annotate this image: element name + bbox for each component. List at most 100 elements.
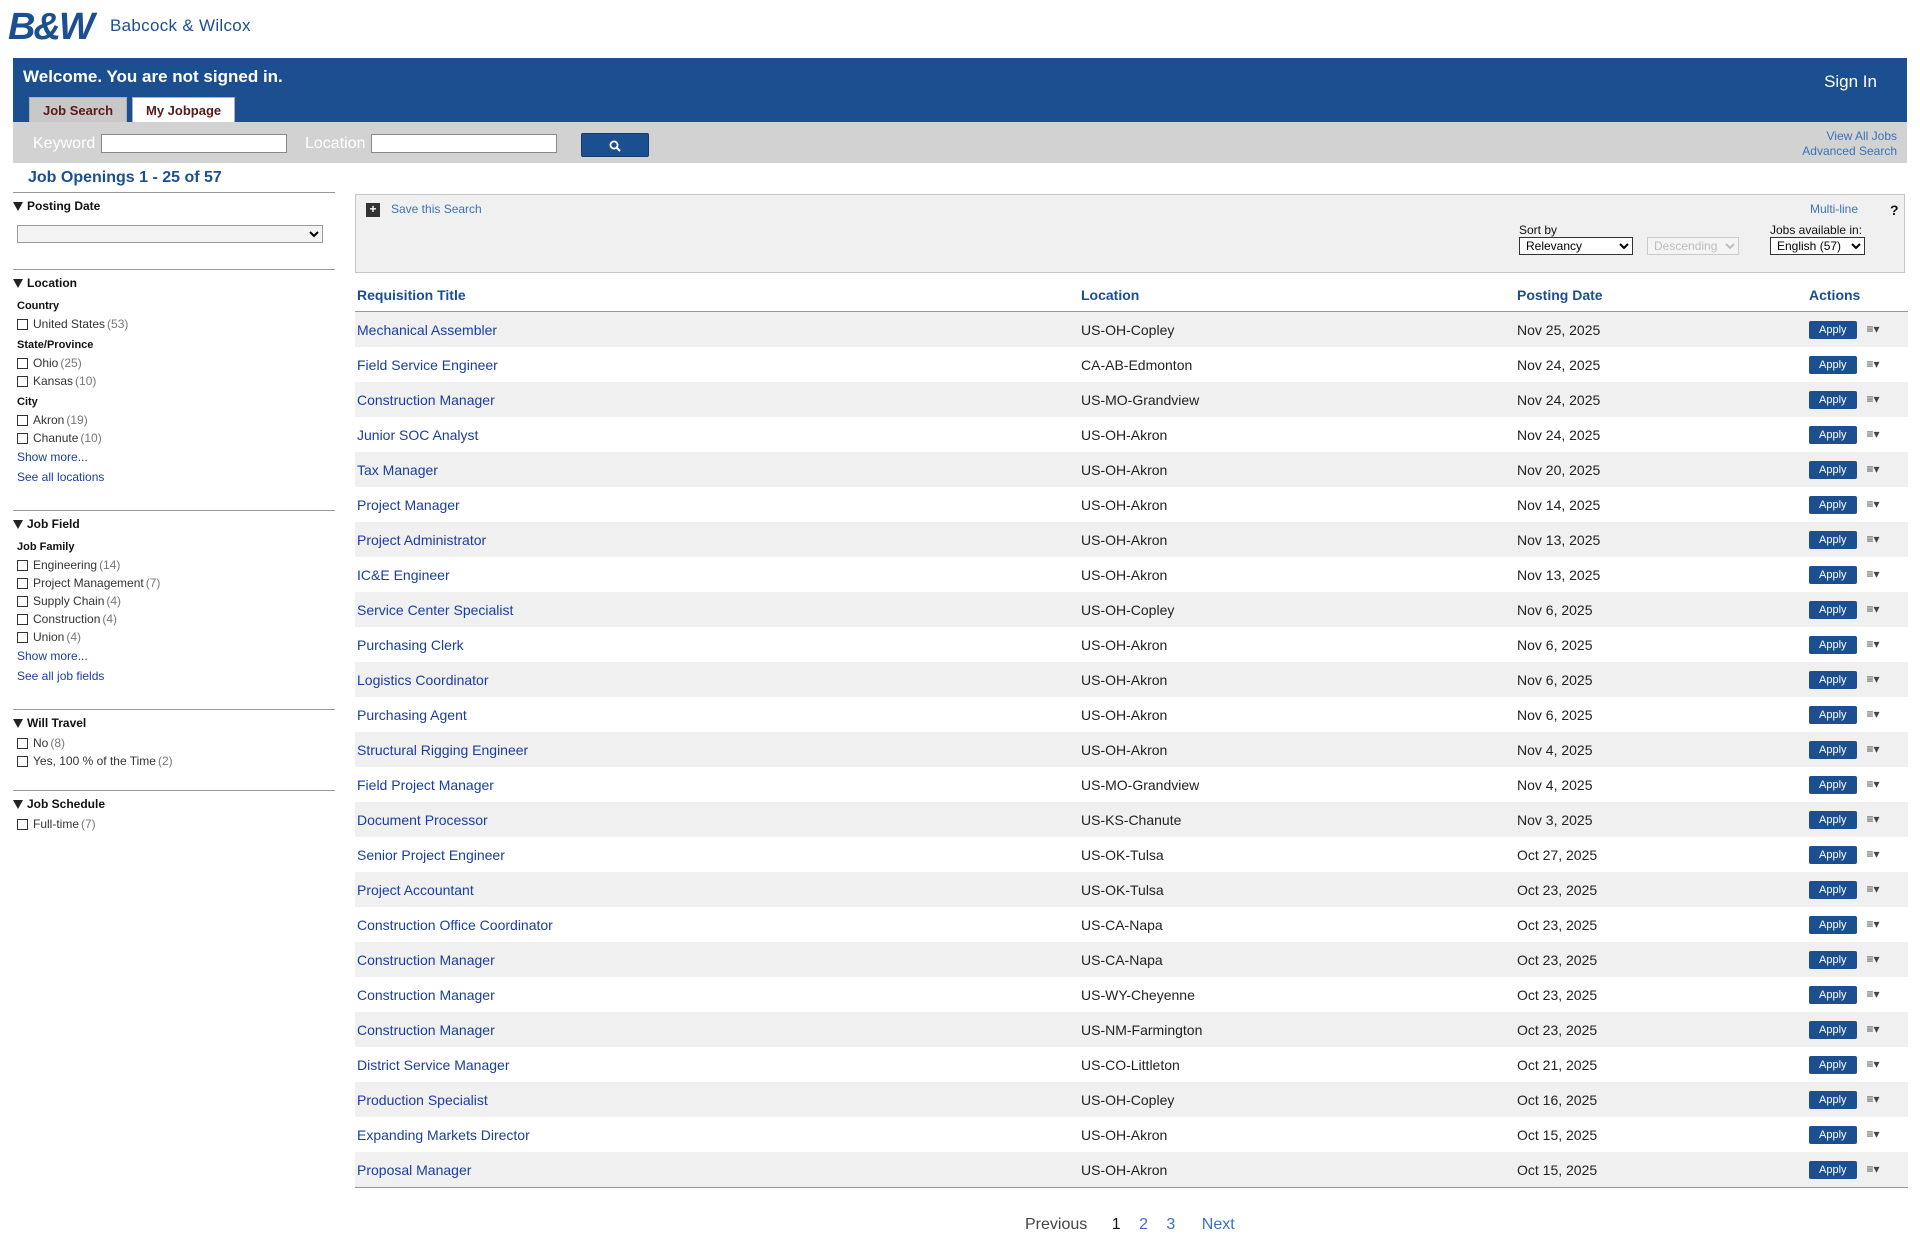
company-logo[interactable]: B&W [8,6,95,49]
row-menu-icon[interactable]: ≡▾ [1867,567,1880,581]
row-menu-icon[interactable]: ≡▾ [1867,532,1880,546]
job-title-link[interactable]: Project Manager [357,497,460,513]
job-title-link[interactable]: Purchasing Clerk [357,637,464,653]
row-menu-icon[interactable]: ≡▾ [1867,777,1880,791]
multiline-link[interactable]: Multi-line [1810,202,1858,216]
previous-page[interactable]: Previous [1025,1216,1087,1233]
apply-button[interactable]: Apply [1809,776,1857,794]
filter-checkbox[interactable] [17,414,28,426]
search-button[interactable] [581,133,649,157]
row-menu-icon[interactable]: ≡▾ [1867,322,1880,336]
tab-my-jobpage[interactable]: My Jobpage [132,97,236,123]
row-menu-icon[interactable]: ≡▾ [1867,392,1880,406]
apply-button[interactable]: Apply [1809,461,1857,479]
location-input[interactable] [371,134,557,153]
show-more-job-fields-link[interactable]: Show more... [17,649,331,663]
apply-button[interactable]: Apply [1809,356,1857,374]
job-title-link[interactable]: Senior Project Engineer [357,847,505,863]
apply-button[interactable]: Apply [1809,1021,1857,1039]
job-title-link[interactable]: Construction Manager [357,952,495,968]
apply-button[interactable]: Apply [1809,1091,1857,1109]
apply-button[interactable]: Apply [1809,846,1857,864]
apply-button[interactable]: Apply [1809,496,1857,514]
filter-checkbox[interactable] [17,432,28,444]
job-title-link[interactable]: Production Specialist [357,1092,488,1108]
apply-button[interactable]: Apply [1809,636,1857,654]
save-search-link[interactable]: Save this Search [391,202,482,216]
filter-checkbox[interactable] [17,595,28,607]
filter-checkbox[interactable] [17,357,28,369]
row-menu-icon[interactable]: ≡▾ [1867,1057,1880,1071]
row-menu-icon[interactable]: ≡▾ [1867,917,1880,931]
job-title-link[interactable]: District Service Manager [357,1057,510,1073]
row-menu-icon[interactable]: ≡▾ [1867,427,1880,441]
apply-button[interactable]: Apply [1809,531,1857,549]
apply-button[interactable]: Apply [1809,811,1857,829]
job-title-link[interactable]: Junior SOC Analyst [357,427,478,443]
apply-button[interactable]: Apply [1809,916,1857,934]
apply-button[interactable]: Apply [1809,881,1857,899]
apply-button[interactable]: Apply [1809,951,1857,969]
language-select[interactable]: English (57) [1770,237,1865,255]
apply-button[interactable]: Apply [1809,321,1857,339]
job-title-link[interactable]: Field Service Engineer [357,357,498,373]
filter-checkbox[interactable] [17,818,28,830]
filter-checkbox[interactable] [17,375,28,387]
row-menu-icon[interactable]: ≡▾ [1867,1022,1880,1036]
sort-by-select[interactable]: Relevancy [1519,237,1633,255]
apply-button[interactable]: Apply [1809,671,1857,689]
apply-button[interactable]: Apply [1809,601,1857,619]
col-header-location[interactable]: Location [1079,278,1515,312]
job-title-link[interactable]: Expanding Markets Director [357,1127,530,1143]
keyword-input[interactable] [101,134,287,153]
apply-button[interactable]: Apply [1809,986,1857,1004]
filter-checkbox[interactable] [17,559,28,571]
job-title-link[interactable]: Field Project Manager [357,777,494,793]
plus-icon[interactable]: + [366,203,380,217]
job-title-link[interactable]: Proposal Manager [357,1162,471,1178]
job-title-link[interactable]: Construction Manager [357,987,495,1003]
job-title-link[interactable]: Construction Office Coordinator [357,917,553,933]
apply-button[interactable]: Apply [1809,706,1857,724]
row-menu-icon[interactable]: ≡▾ [1867,672,1880,686]
help-icon[interactable]: ? [1890,202,1899,218]
sign-in-link[interactable]: Sign In [1824,72,1877,92]
filter-checkbox[interactable] [17,631,28,643]
job-title-link[interactable]: Construction Manager [357,392,495,408]
tab-job-search[interactable]: Job Search [29,97,128,123]
job-title-link[interactable]: IC&E Engineer [357,567,450,583]
apply-button[interactable]: Apply [1809,1126,1857,1144]
row-menu-icon[interactable]: ≡▾ [1867,462,1880,476]
job-title-link[interactable]: Project Accountant [357,882,474,898]
apply-button[interactable]: Apply [1809,1056,1857,1074]
row-menu-icon[interactable]: ≡▾ [1867,882,1880,896]
filter-checkbox[interactable] [17,577,28,589]
facet-title-posting-date[interactable]: Posting Date [13,197,331,217]
row-menu-icon[interactable]: ≡▾ [1867,602,1880,616]
row-menu-icon[interactable]: ≡▾ [1867,497,1880,511]
row-menu-icon[interactable]: ≡▾ [1867,987,1880,1001]
row-menu-icon[interactable]: ≡▾ [1867,742,1880,756]
filter-checkbox[interactable] [17,737,28,749]
apply-button[interactable]: Apply [1809,1161,1857,1179]
apply-button[interactable]: Apply [1809,391,1857,409]
see-all-locations-link[interactable]: See all locations [17,470,331,484]
job-title-link[interactable]: Mechanical Assembler [357,322,497,338]
apply-button[interactable]: Apply [1809,426,1857,444]
filter-checkbox[interactable] [17,613,28,625]
row-menu-icon[interactable]: ≡▾ [1867,952,1880,966]
facet-title-will-travel[interactable]: Will Travel [13,714,331,734]
col-header-date[interactable]: Posting Date [1515,278,1807,312]
row-menu-icon[interactable]: ≡▾ [1867,1092,1880,1106]
page-link-2[interactable]: 2 [1139,1216,1148,1233]
facet-title-job-schedule[interactable]: Job Schedule [13,795,331,815]
row-menu-icon[interactable]: ≡▾ [1867,707,1880,721]
row-menu-icon[interactable]: ≡▾ [1867,1127,1880,1141]
row-menu-icon[interactable]: ≡▾ [1867,812,1880,826]
row-menu-icon[interactable]: ≡▾ [1867,847,1880,861]
filter-checkbox[interactable] [17,318,28,330]
show-more-locations-link[interactable]: Show more... [17,450,331,464]
job-title-link[interactable]: Document Processor [357,812,488,828]
next-page[interactable]: Next [1202,1216,1235,1233]
job-title-link[interactable]: Service Center Specialist [357,602,513,618]
